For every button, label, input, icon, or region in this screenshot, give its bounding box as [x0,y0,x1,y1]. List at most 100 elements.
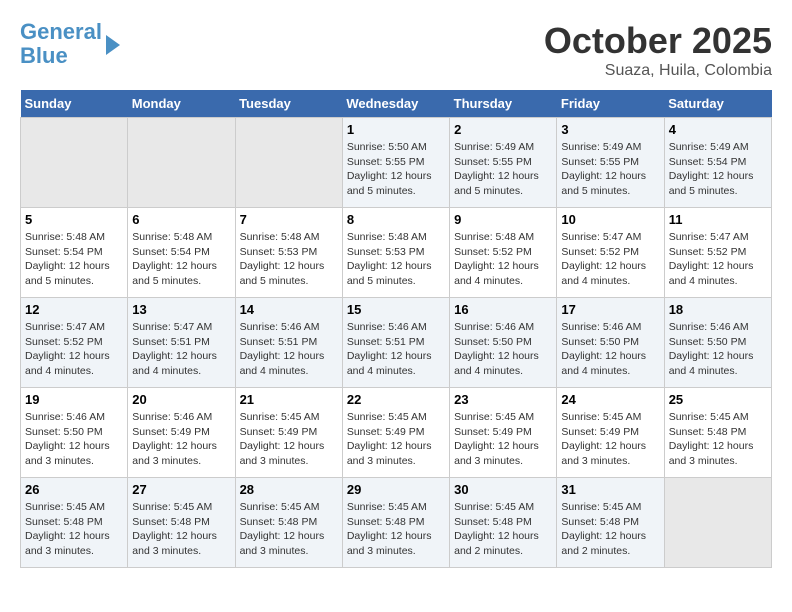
day-number: 7 [240,212,338,227]
day-of-week-header: Monday [128,90,235,118]
day-info: Sunrise: 5:45 AM Sunset: 5:48 PM Dayligh… [561,500,659,559]
day-number: 4 [669,122,767,137]
day-info: Sunrise: 5:45 AM Sunset: 5:49 PM Dayligh… [454,410,552,469]
day-info: Sunrise: 5:46 AM Sunset: 5:50 PM Dayligh… [669,320,767,379]
day-info: Sunrise: 5:45 AM Sunset: 5:49 PM Dayligh… [240,410,338,469]
day-of-week-header: Wednesday [342,90,449,118]
day-number: 10 [561,212,659,227]
calendar-cell: 26 Sunrise: 5:45 AM Sunset: 5:48 PM Dayli… [21,478,128,568]
day-info: Sunrise: 5:46 AM Sunset: 5:50 PM Dayligh… [25,410,123,469]
calendar-cell: 16Sunrise: 5:46 AM Sunset: 5:50 PM Dayli… [450,298,557,388]
logo-arrow-icon [106,35,120,55]
calendar-cell: 13Sunrise: 5:47 AM Sunset: 5:51 PM Dayli… [128,298,235,388]
calendar-cell: 18 Sunrise: 5:46 AM Sunset: 5:50 PM Dayli… [664,298,771,388]
calendar-cell: 22 Sunrise: 5:45 AM Sunset: 5:49 PM Dayli… [342,388,449,478]
calendar-cell: 31 Sunrise: 5:45 AM Sunset: 5:48 PM Dayli… [557,478,664,568]
calendar-cell: 11 Sunrise: 5:47 AM Sunset: 5:52 PM Dayli… [664,208,771,298]
day-number: 30 [454,482,552,497]
day-info: Sunrise: 5:45 AM Sunset: 5:49 PM Dayligh… [347,410,445,469]
day-of-week-header: Tuesday [235,90,342,118]
calendar-cell [128,118,235,208]
day-number: 2 [454,122,552,137]
title-block: October 2025 Suaza, Huila, Colombia [544,20,772,80]
day-number: 12 [25,302,123,317]
page-header: General Blue October 2025 Suaza, Huila, … [20,20,772,80]
calendar-cell: 17Sunrise: 5:46 AM Sunset: 5:50 PM Dayli… [557,298,664,388]
calendar-cell [664,478,771,568]
calendar-cell: 2 Sunrise: 5:49 AM Sunset: 5:55 PM Daylig… [450,118,557,208]
calendar-cell: 4 Sunrise: 5:49 AM Sunset: 5:54 PM Daylig… [664,118,771,208]
day-number: 3 [561,122,659,137]
calendar-cell: 10 Sunrise: 5:47 AM Sunset: 5:52 PM Dayli… [557,208,664,298]
calendar-cell: 7 Sunrise: 5:48 AM Sunset: 5:53 PM Daylig… [235,208,342,298]
day-info: Sunrise: 5:49 AM Sunset: 5:55 PM Dayligh… [561,140,659,199]
day-number: 6 [132,212,230,227]
calendar-cell: 15 Sunrise: 5:46 AM Sunset: 5:51 PM Dayli… [342,298,449,388]
day-number: 16 [454,302,552,317]
day-number: 21 [240,392,338,407]
day-of-week-header: Friday [557,90,664,118]
day-number: 28 [240,482,338,497]
day-number: 23 [454,392,552,407]
calendar-cell: 6 Sunrise: 5:48 AM Sunset: 5:54 PM Daylig… [128,208,235,298]
day-of-week-header: Sunday [21,90,128,118]
day-info: Sunrise: 5:45 AM Sunset: 5:48 PM Dayligh… [132,500,230,559]
location: Suaza, Huila, Colombia [544,62,772,80]
calendar-table: SundayMondayTuesdayWednesdayThursdayFrid… [20,90,772,568]
day-info: Sunrise: 5:48 AM Sunset: 5:53 PM Dayligh… [240,230,338,289]
calendar-cell: 19 Sunrise: 5:46 AM Sunset: 5:50 PM Dayli… [21,388,128,478]
day-of-week-header: Thursday [450,90,557,118]
calendar-cell: 27 Sunrise: 5:45 AM Sunset: 5:48 PM Dayli… [128,478,235,568]
day-info: Sunrise: 5:49 AM Sunset: 5:55 PM Dayligh… [454,140,552,199]
calendar-week-row: 5 Sunrise: 5:48 AM Sunset: 5:54 PM Daylig… [21,208,772,298]
day-number: 13 [132,302,230,317]
calendar-cell: 8Sunrise: 5:48 AM Sunset: 5:53 PM Daylig… [342,208,449,298]
day-number: 11 [669,212,767,227]
day-info: Sunrise: 5:46 AM Sunset: 5:51 PM Dayligh… [347,320,445,379]
calendar-cell: 3 Sunrise: 5:49 AM Sunset: 5:55 PM Daylig… [557,118,664,208]
calendar-cell: 14 Sunrise: 5:46 AM Sunset: 5:51 PM Dayli… [235,298,342,388]
calendar-cell: 21 Sunrise: 5:45 AM Sunset: 5:49 PM Dayli… [235,388,342,478]
day-number: 31 [561,482,659,497]
day-number: 19 [25,392,123,407]
day-info: Sunrise: 5:46 AM Sunset: 5:51 PM Dayligh… [240,320,338,379]
day-number: 26 [25,482,123,497]
day-info: Sunrise: 5:46 AM Sunset: 5:49 PM Dayligh… [132,410,230,469]
day-number: 5 [25,212,123,227]
calendar-header-row: SundayMondayTuesdayWednesdayThursdayFrid… [21,90,772,118]
logo: General Blue [20,20,120,68]
day-number: 27 [132,482,230,497]
day-info: Sunrise: 5:48 AM Sunset: 5:54 PM Dayligh… [132,230,230,289]
day-info: Sunrise: 5:49 AM Sunset: 5:54 PM Dayligh… [669,140,767,199]
calendar-cell [235,118,342,208]
day-number: 22 [347,392,445,407]
calendar-cell: 20 Sunrise: 5:46 AM Sunset: 5:49 PM Dayli… [128,388,235,478]
calendar-cell: 1Sunrise: 5:50 AM Sunset: 5:55 PM Daylig… [342,118,449,208]
day-number: 18 [669,302,767,317]
day-number: 15 [347,302,445,317]
day-number: 20 [132,392,230,407]
calendar-cell: 30 Sunrise: 5:45 AM Sunset: 5:48 PM Dayli… [450,478,557,568]
day-info: Sunrise: 5:47 AM Sunset: 5:52 PM Dayligh… [669,230,767,289]
calendar-cell: 24 Sunrise: 5:45 AM Sunset: 5:49 PM Dayli… [557,388,664,478]
day-number: 29 [347,482,445,497]
calendar-cell: 29Sunrise: 5:45 AM Sunset: 5:48 PM Dayli… [342,478,449,568]
day-info: Sunrise: 5:50 AM Sunset: 5:55 PM Dayligh… [347,140,445,199]
day-number: 14 [240,302,338,317]
calendar-cell: 28Sunrise: 5:45 AM Sunset: 5:48 PM Dayli… [235,478,342,568]
day-info: Sunrise: 5:48 AM Sunset: 5:52 PM Dayligh… [454,230,552,289]
calendar-cell [21,118,128,208]
calendar-week-row: 19 Sunrise: 5:46 AM Sunset: 5:50 PM Dayli… [21,388,772,478]
day-info: Sunrise: 5:45 AM Sunset: 5:48 PM Dayligh… [25,500,123,559]
day-info: Sunrise: 5:45 AM Sunset: 5:48 PM Dayligh… [454,500,552,559]
day-info: Sunrise: 5:48 AM Sunset: 5:53 PM Dayligh… [347,230,445,289]
day-info: Sunrise: 5:48 AM Sunset: 5:54 PM Dayligh… [25,230,123,289]
day-info: Sunrise: 5:45 AM Sunset: 5:49 PM Dayligh… [561,410,659,469]
day-number: 24 [561,392,659,407]
day-number: 25 [669,392,767,407]
calendar-week-row: 1Sunrise: 5:50 AM Sunset: 5:55 PM Daylig… [21,118,772,208]
calendar-week-row: 26 Sunrise: 5:45 AM Sunset: 5:48 PM Dayli… [21,478,772,568]
day-info: Sunrise: 5:47 AM Sunset: 5:52 PM Dayligh… [561,230,659,289]
day-info: Sunrise: 5:46 AM Sunset: 5:50 PM Dayligh… [561,320,659,379]
calendar-cell: 12Sunrise: 5:47 AM Sunset: 5:52 PM Dayli… [21,298,128,388]
